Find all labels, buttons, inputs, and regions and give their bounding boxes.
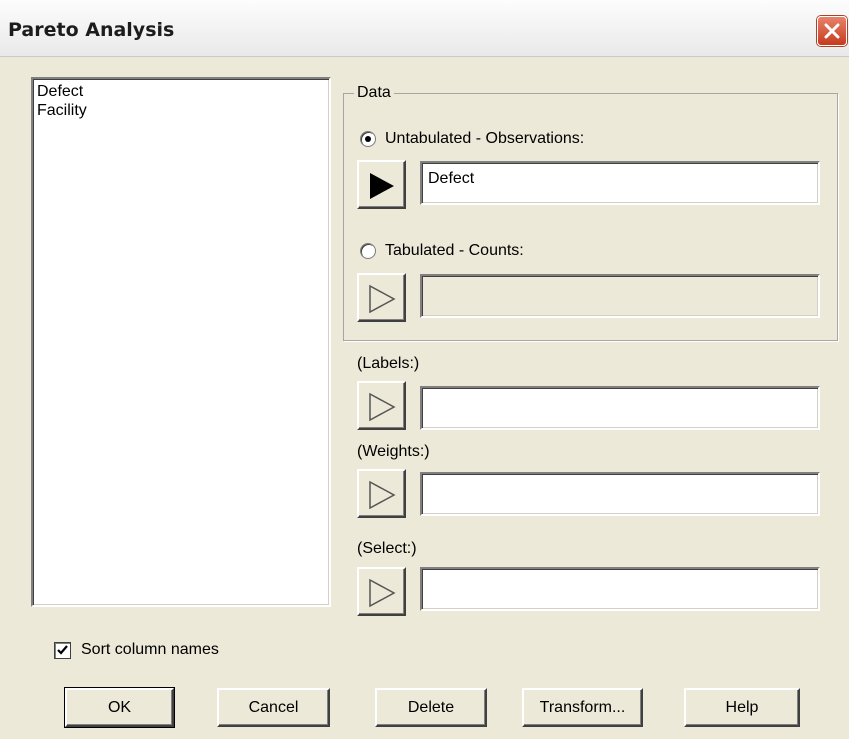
sort-column-names-label: Sort column names <box>81 641 219 658</box>
window-title: Pareto Analysis <box>8 19 175 41</box>
help-button[interactable]: Help <box>684 688 800 727</box>
select-arrow-outline-icon <box>369 480 396 510</box>
select-arrow-icon <box>370 173 394 199</box>
select-arrow-outline-icon <box>369 284 396 314</box>
weights-field[interactable] <box>420 472 820 516</box>
select-arrow-outline-icon <box>369 392 396 422</box>
counts-field <box>420 274 820 318</box>
select-select-button[interactable] <box>357 567 406 616</box>
select-label: (Select:) <box>357 540 417 557</box>
checkmark-icon <box>57 644 68 655</box>
transform-button[interactable]: Transform... <box>522 688 643 727</box>
delete-button[interactable]: Delete <box>375 688 487 727</box>
select-field[interactable] <box>420 567 820 611</box>
observations-field[interactable]: Defect <box>420 161 820 205</box>
weights-select-button[interactable] <box>357 469 406 518</box>
labels-select-button[interactable] <box>357 381 406 430</box>
cancel-button[interactable]: Cancel <box>217 688 330 727</box>
title-bar: Pareto Analysis <box>0 0 849 57</box>
sort-column-names-checkbox[interactable] <box>54 641 71 659</box>
untabulated-label: Untabulated - Observations: <box>385 130 585 147</box>
list-item[interactable]: Defect <box>37 82 325 101</box>
untabulated-select-button[interactable] <box>357 160 406 209</box>
tabulated-radio[interactable] <box>360 243 376 259</box>
weights-label: (Weights:) <box>357 443 430 460</box>
data-group-label: Data <box>354 84 394 102</box>
ok-button[interactable]: OK <box>64 687 175 728</box>
tabulated-label: Tabulated - Counts: <box>385 242 524 259</box>
select-arrow-outline-icon <box>369 578 396 608</box>
tabulated-select-button[interactable] <box>357 273 406 322</box>
close-button[interactable] <box>817 16 847 46</box>
list-item[interactable]: Facility <box>37 101 325 120</box>
close-icon <box>824 23 840 39</box>
sort-column-names-option[interactable]: Sort column names <box>54 641 219 659</box>
untabulated-radio[interactable] <box>360 131 376 147</box>
labels-label: (Labels:) <box>357 355 420 372</box>
column-list[interactable]: Defect Facility <box>31 77 331 607</box>
tabulated-option[interactable]: Tabulated - Counts: <box>360 242 524 260</box>
labels-field[interactable] <box>420 386 820 430</box>
untabulated-option[interactable]: Untabulated - Observations: <box>360 130 584 148</box>
observations-value: Defect <box>428 170 475 187</box>
